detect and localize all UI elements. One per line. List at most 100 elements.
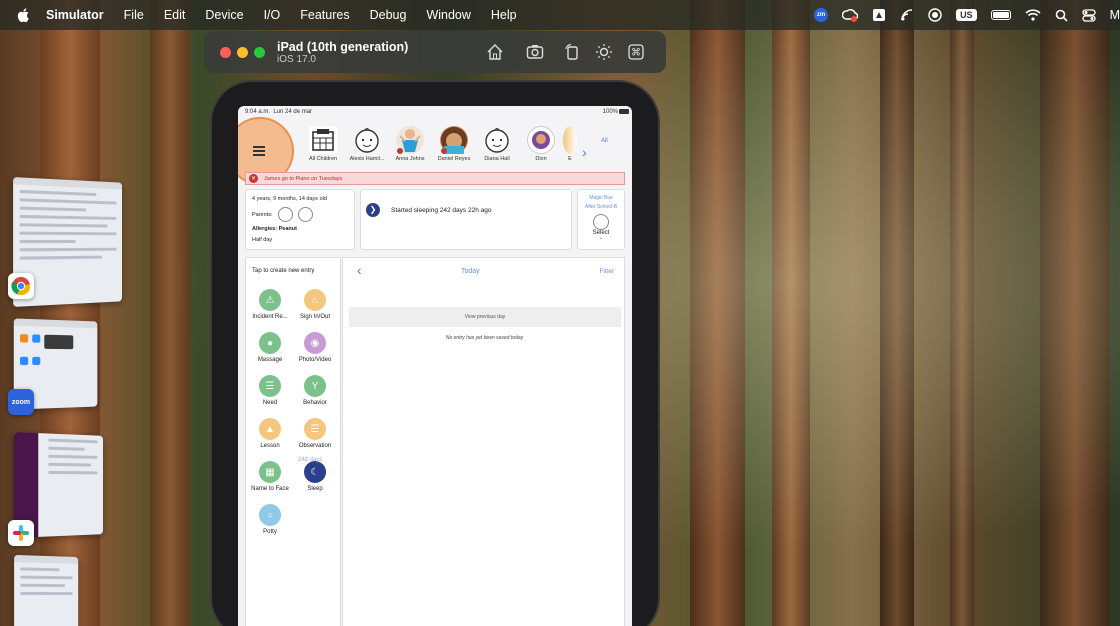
wifi-icon[interactable] (1025, 9, 1041, 21)
entry-sign-in-out[interactable]: ⌂ Sign In/Out (292, 289, 338, 320)
bus-route: After School-B (584, 204, 618, 210)
ipad-screen: 9:04 a.m. Lun 24 de mar 100% All Childre… (238, 106, 632, 626)
menu-debug[interactable]: Debug (370, 8, 407, 22)
new-entry-panel: Tap to create new entry ⚠ Incident Re...… (245, 257, 341, 626)
clipboard-icon: ☰ (304, 418, 326, 440)
child-diana[interactable]: Diana Hall (474, 126, 520, 162)
zoom-app-icon[interactable]: zoom (8, 389, 34, 415)
entry-observation[interactable]: ☰ Observation (292, 418, 338, 449)
creative-cloud-icon[interactable] (842, 8, 859, 22)
baby-avatar-icon (353, 126, 381, 154)
potty-icon: ○ (259, 504, 281, 526)
minimize-window-button[interactable] (237, 47, 248, 58)
menu-edit[interactable]: Edit (164, 8, 186, 22)
chevron-left-icon[interactable]: ‹ (357, 262, 362, 278)
chevron-down-icon[interactable]: ⌄ (578, 235, 624, 241)
entry-photo-video[interactable]: ◉ Photo/Video (292, 332, 338, 363)
entry-behavior[interactable]: Y Behavior (292, 375, 338, 406)
slack-icon[interactable] (8, 520, 34, 546)
appearance-icon[interactable] (595, 43, 613, 61)
child-age: 4 years, 9 months, 14 days old (252, 196, 327, 202)
apple-logo-icon[interactable] (16, 7, 32, 23)
child-name: Alexis Hamil... (349, 156, 385, 162)
daily-feed: ‹ Today Filter View previous day No entr… (342, 257, 625, 626)
alert-banner[interactable]: ✕ James go to Piano on Tuesdays (245, 172, 625, 185)
home-icon[interactable] (486, 43, 504, 61)
child-name: Anna Johns (395, 156, 425, 162)
status-battery-icon (619, 109, 629, 114)
zoom-status-icon[interactable]: zm (814, 8, 829, 22)
schedule: Half day (252, 237, 273, 243)
baby-avatar-icon (483, 126, 511, 154)
parent-avatar-icon[interactable] (297, 207, 313, 222)
behavior-icon: Y (304, 375, 326, 397)
view-previous-day-button[interactable]: View previous day (349, 307, 621, 327)
all-children-link[interactable]: All (601, 138, 608, 144)
alert-icon: ✕ (249, 174, 258, 183)
child-name: All Children (308, 156, 338, 162)
screenshot-icon[interactable] (526, 43, 544, 61)
entry-sleep[interactable]: ☾ 242 days Sleep (292, 457, 338, 492)
alert-text: James go to Piano on Tuesdays (264, 175, 343, 182)
battery-icon[interactable] (990, 10, 1011, 20)
menu-window[interactable]: Window (426, 8, 470, 22)
parents-row: Parents: (252, 207, 316, 222)
record-icon[interactable] (928, 8, 942, 22)
status-battery: 100% (602, 109, 618, 115)
allergies: Allergies: Peanut (252, 226, 297, 232)
graduation-cap-icon: ▲ (259, 418, 281, 440)
parents-label: Parents: (252, 211, 273, 218)
menu-help[interactable]: Help (491, 8, 517, 22)
bus-card[interactable]: Magic Bus After School-B Select ⌄ (577, 189, 625, 250)
children-selector: All Children Alexis Hamil... Anna Johns … (238, 117, 632, 185)
child-profile-card[interactable]: 4 years, 9 months, 14 days old Parents: … (245, 189, 355, 250)
classroom-icon (309, 126, 337, 154)
device-name: iPad (10th generation) (277, 40, 409, 54)
entry-panel-title: Tap to create new entry (252, 268, 315, 274)
ios-status-bar: 9:04 a.m. Lun 24 de mar 100% (238, 106, 632, 120)
child-anna[interactable]: Anna Johns (387, 126, 433, 162)
menu-file[interactable]: File (124, 8, 144, 22)
menu-io[interactable]: I/O (264, 8, 281, 22)
child-name: Diana Hall (484, 156, 510, 162)
command-icon[interactable]: ⌘ (627, 43, 645, 61)
entry-potty[interactable]: ○ Potty (247, 504, 293, 535)
menu-bar: Simulator File Edit Device I/O Features … (0, 0, 1120, 30)
input-source-indicator[interactable]: US (956, 9, 977, 21)
zoom-app-label: zoom (11, 398, 31, 406)
entry-lesson[interactable]: ▲ Lesson (247, 418, 293, 449)
menu-device[interactable]: Device (205, 8, 243, 22)
child-photo-avatar (396, 126, 424, 154)
empty-feed-message: No entry has yet been saved today (445, 335, 524, 341)
child-all-children[interactable]: All Children (300, 126, 346, 162)
svg-text:⌘: ⌘ (631, 48, 641, 59)
bus-name: Magic Bus (589, 195, 613, 201)
sleep-status-card[interactable]: ❯ Started sleeping 242 days 22h ago (360, 189, 572, 250)
spotlight-search-icon[interactable] (1055, 9, 1068, 22)
child-alexis[interactable]: Alexis Hamil... (344, 126, 390, 162)
entry-need[interactable]: ☰ Need (247, 375, 293, 406)
control-center-icon[interactable] (1081, 8, 1096, 22)
person-avatar-icon (593, 214, 609, 230)
menu-simulator[interactable]: Simulator (46, 8, 104, 22)
zoom-window-button[interactable] (254, 47, 265, 58)
entry-massage[interactable]: ● Massage (247, 332, 293, 363)
child-name: Daniel Reyes (437, 156, 471, 162)
drive-icon[interactable] (872, 8, 886, 22)
child-daniel[interactable]: Daniel Reyes (431, 126, 477, 162)
siri-menu-item[interactable]: M (1110, 8, 1120, 22)
entry-incident-report[interactable]: ⚠ Incident Re... (247, 289, 293, 320)
parent-avatar-icon[interactable] (278, 207, 294, 222)
child-photo-avatar (563, 126, 577, 154)
filter-button[interactable]: Filter (600, 268, 614, 275)
rotate-icon[interactable] (563, 43, 581, 61)
chevron-right-icon[interactable]: › (582, 144, 587, 160)
feed-date-title[interactable]: Today (461, 268, 480, 275)
chrome-icon[interactable] (8, 273, 34, 299)
close-window-button[interactable] (220, 47, 231, 58)
entry-name-to-face[interactable]: ▦ Name to Face (247, 461, 293, 492)
menu-features[interactable]: Features (300, 8, 349, 22)
stage-window-finder[interactable] (14, 554, 79, 626)
airplay-icon[interactable] (900, 8, 914, 22)
hamburger-menu-icon[interactable] (253, 146, 265, 158)
